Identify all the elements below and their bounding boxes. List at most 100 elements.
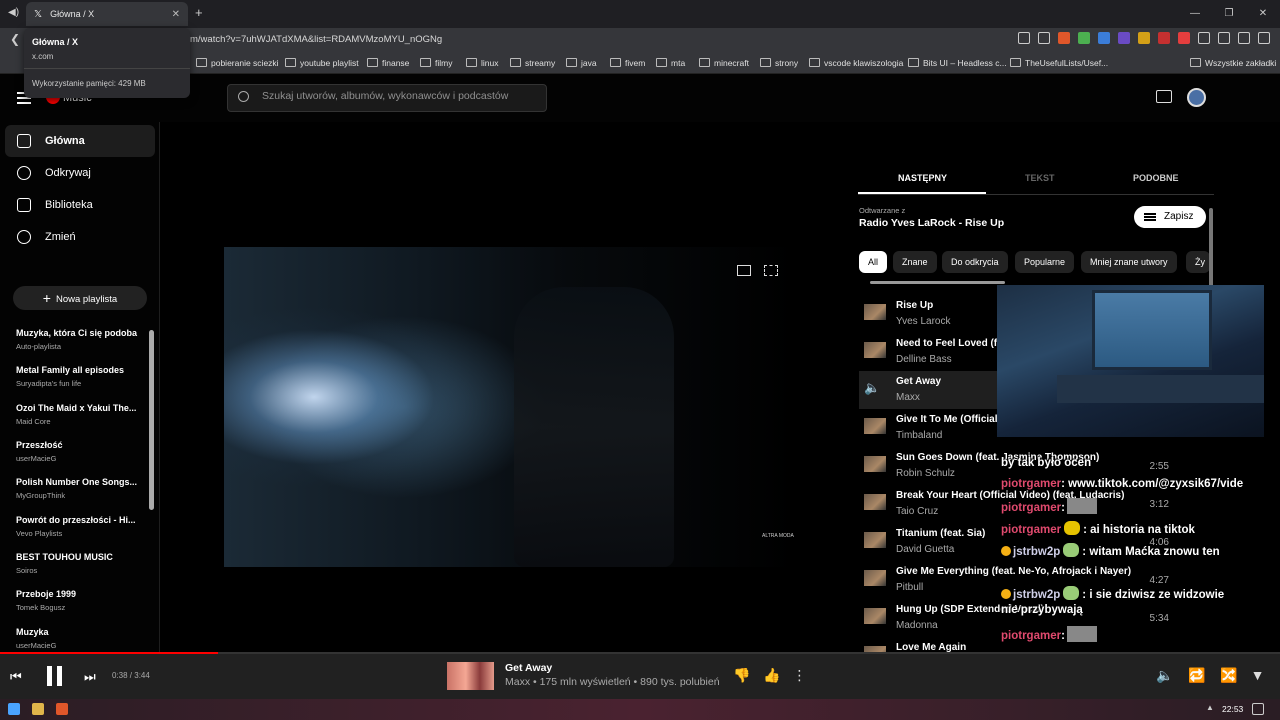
chips-scrollbar[interactable] [870,281,1005,284]
playlist-name: Ozoi The Maid x Yakui The... [16,403,137,413]
pause-button[interactable] [47,666,63,686]
bookmark-item[interactable]: vscode klawiszologia [809,58,903,68]
shuffle-icon[interactable]: 🔀 [1220,668,1237,683]
tab-lyrics[interactable]: TEKST [1025,173,1055,183]
sidebar-toggle-icon[interactable] [1218,32,1230,44]
chat-badge-icon [1001,589,1011,599]
bookmark-item[interactable]: strony [760,58,798,68]
bookmark-item[interactable]: streamy [510,58,555,68]
bookmark-item[interactable]: finanse [367,58,409,68]
avatar[interactable] [1187,88,1206,107]
search-input[interactable] [262,90,542,102]
chip-all[interactable]: All [859,251,888,273]
sidebar-scrollbar[interactable] [149,330,154,510]
playlist-item[interactable]: Przeszłość userMacieG [16,440,141,463]
media-control-icon[interactable] [1238,32,1250,44]
album-art[interactable] [447,662,494,690]
like-icon[interactable]: 👍 [763,668,780,683]
extension-badge-icon[interactable] [1118,32,1130,44]
tray-chevron-icon[interactable]: ▲ [1206,703,1218,715]
playlist-item[interactable]: Powrót do przeszłości - Hi... Vevo Playli… [16,515,141,538]
expand-player-icon[interactable]: ▼ [1250,668,1265,683]
extension-audio-icon[interactable] [1098,32,1110,44]
bookmarks-bar: pobieranie sciezki youtube playlist fina… [0,52,1280,74]
start-icon[interactable] [8,703,20,715]
bookmark-item[interactable]: mta [656,58,685,68]
tab-title: Główna / X [50,9,95,19]
search-box[interactable] [227,84,547,112]
tab-related[interactable]: PODOBNE [1133,173,1179,183]
repeat-icon[interactable]: 🔁 [1188,668,1205,683]
bookmark-item[interactable]: youtube playlist [285,58,359,68]
install-app-icon[interactable] [1018,32,1030,44]
notifications-icon[interactable] [1252,703,1264,715]
sidebar-item-label: Odkrywaj [45,167,91,179]
file-explorer-icon[interactable] [32,703,44,715]
fullscreen-icon[interactable] [764,265,778,276]
sidebar-item-upgrade[interactable]: Zmień [5,221,155,253]
chip-deep-cuts[interactable]: Mniej znane utwory [1081,251,1177,273]
bookmark-item-all[interactable]: Wszystkie zakładki [1190,58,1276,68]
menu-icon[interactable] [1258,32,1270,44]
playlist-item[interactable]: Muzyka userMacieG [16,627,141,650]
cast-icon[interactable] [1156,90,1172,103]
extension-yellow-icon[interactable] [1138,32,1150,44]
miniplayer-icon[interactable] [737,265,751,276]
chip-discover[interactable]: Do odkrycia [942,251,1008,273]
new-tab-button[interactable]: + [195,5,203,20]
playlist-item[interactable]: Polish Number One Songs... MyGroupThink [16,477,141,500]
song-title: Give Me Everything (feat. Ne-Yo, Afrojac… [896,566,1132,577]
tab-up-next[interactable]: NASTĘPNY [898,173,947,183]
minimize-button[interactable]: — [1178,0,1212,28]
chip-more[interactable]: Ży [1186,251,1210,273]
close-window-button[interactable]: ✕ [1246,0,1280,28]
playlist-item[interactable]: Ozoi The Maid x Yakui The... Maid Core [16,403,141,426]
chat-line: nie przybywają [1001,604,1083,616]
new-playlist-button[interactable]: + Nowa playlista [13,286,147,310]
chat-line: piotrgamer: [1001,498,1099,514]
url-field[interactable]: m/watch?v=7uhWJATdXMA&list=RDAMVMzoMYU_n… [190,34,442,45]
brave-browser-icon[interactable] [56,703,68,715]
bookmark-item[interactable]: TheUsefulLists/Usef... [1010,58,1108,68]
back-arrow-icon[interactable]: ❮ [10,32,20,46]
bookmark-item[interactable]: filmy [420,58,452,68]
now-playing-title[interactable]: Get Away [505,662,552,674]
extension-music-icon[interactable] [1078,32,1090,44]
playlist-item[interactable]: BEST TOUHOU MUSIC Soiros [16,552,141,575]
volume-icon[interactable]: 🔈 [1156,668,1173,683]
playlist-item[interactable]: Przeboje 1999 Tomek Bogusz [16,589,141,612]
bookmark-item[interactable]: pobieranie sciezki [196,58,279,68]
song-artist: Taio Cruz [896,506,939,517]
video-player[interactable]: ALTRA MODA [224,247,797,567]
dislike-icon[interactable]: 👎 [733,668,750,683]
more-options-icon[interactable]: ⋮ [792,668,807,683]
playlist-item[interactable]: Muzyka, która Ci się podoba Auto-playlist… [16,328,141,351]
save-button[interactable]: Zapisz [1134,206,1206,228]
share-icon[interactable] [1038,32,1050,44]
brave-shield-icon[interactable] [1058,32,1070,44]
sidebar-item-library[interactable]: Biblioteka [5,189,155,221]
chip-familiar[interactable]: Znane [893,251,937,273]
chip-popular[interactable]: Popularne [1015,251,1075,273]
bookmark-item[interactable]: linux [466,58,498,68]
chat-line: piotrgamer: ai historia na tiktok [1001,521,1195,536]
extensions-puzzle-icon[interactable] [1198,32,1210,44]
next-icon[interactable]: ⏭ [84,669,96,685]
audio-playing-icon[interactable]: ◀) [8,7,19,18]
bookmark-item[interactable]: java [566,58,597,68]
bookmark-item[interactable]: Bits UI – Headless c... [908,58,1007,68]
restore-button[interactable]: ❐ [1212,0,1246,28]
hovercard-title: Główna / X [32,37,79,47]
tab-close-icon[interactable]: ✕ [172,9,180,20]
bookmark-item[interactable]: minecraft [699,58,749,68]
extension-record-icon[interactable] [1178,32,1190,44]
sidebar-item-explore[interactable]: Odkrywaj [5,157,155,189]
playlist-item[interactable]: Metal Family all episodes Suryadipta's fu… [16,365,141,388]
browser-tab[interactable]: 𝕏 Główna / X ✕ [26,2,188,26]
bookmark-item[interactable]: fivem [610,58,645,68]
queue-scrollbar[interactable] [1209,208,1213,288]
previous-icon[interactable]: ⏮ [10,669,22,685]
chat-line: piotrgamer: [1001,626,1099,642]
extension-red-icon[interactable] [1158,32,1170,44]
sidebar-item-home[interactable]: Główna [5,125,155,157]
